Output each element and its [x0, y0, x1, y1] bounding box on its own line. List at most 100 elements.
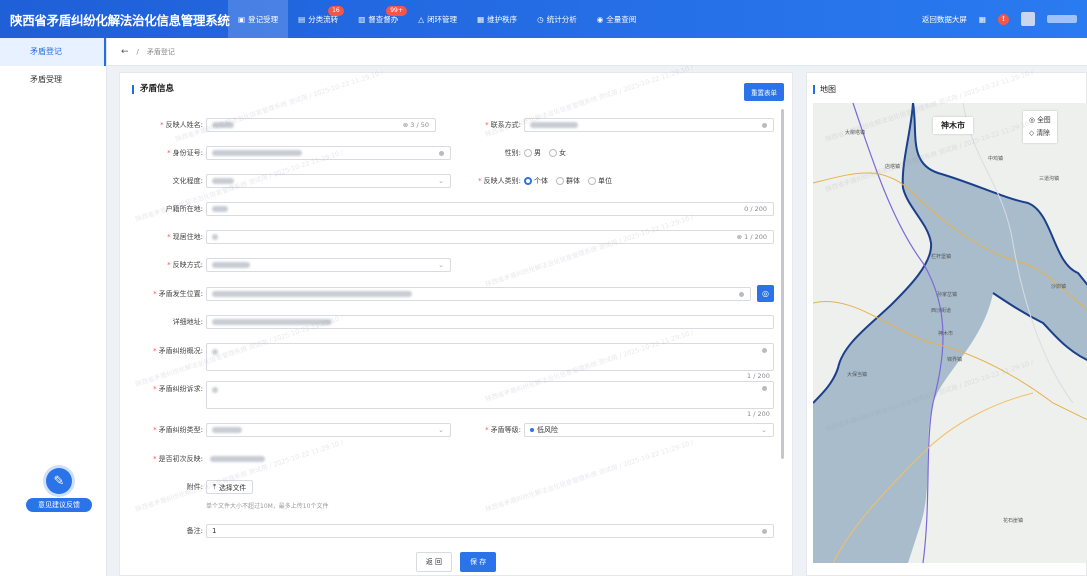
name-label: * 反映人姓名: [160, 121, 203, 129]
education-label: 文化程度: [172, 177, 203, 185]
overview-textarea[interactable] [206, 343, 774, 371]
first-report-value[interactable] [210, 456, 265, 462]
nav-order[interactable]: ▦ 维护秩序 [467, 0, 527, 38]
reporter-type-unit-radio[interactable]: 单位 [588, 176, 612, 186]
location-label: * 矛盾发生位置: [153, 290, 203, 298]
back-arrow-icon[interactable]: ← [121, 47, 129, 57]
location-input[interactable] [206, 287, 751, 301]
gender-label: 性别: [504, 149, 521, 157]
chevron-down-icon: ⌄ [438, 177, 444, 185]
clear-icon[interactable] [439, 150, 444, 156]
residence-input[interactable]: ⊗ 1 / 200 [206, 230, 774, 244]
nav-stats[interactable]: ◷ 统计分析 [527, 0, 587, 38]
map-card: 地图 神木市 ◎ 全图 ◇ 清除 大柳塔镇 店塔镇 中鸡镇 三道沟镇 栏杆堡镇 … [806, 72, 1087, 576]
map-place-label: 花石崖镇 [1003, 518, 1024, 524]
big-screen-link[interactable]: 返回数据大屏 [922, 14, 967, 25]
register-icon: ▣ [238, 14, 246, 24]
loop-icon: △ [418, 14, 425, 24]
hukou-input[interactable]: 0 / 200 [206, 202, 774, 216]
clear-icon[interactable] [762, 528, 767, 534]
level-select[interactable]: 低风险 ⌄ [524, 423, 774, 437]
method-select[interactable]: ⌄ [206, 258, 451, 272]
overview-label: * 矛盾纠纷概况: [153, 347, 203, 355]
map-title: 地图 [813, 85, 836, 94]
chevron-down-icon: ⌄ [438, 261, 444, 269]
nav-supervise[interactable]: ▥ 督查督办 99+ [348, 0, 408, 38]
attachment-label: 附件: [186, 483, 203, 491]
query-icon: ◉ [596, 14, 604, 24]
nav-loop[interactable]: △ 闭环管理 [408, 0, 467, 38]
detail-address-input[interactable] [206, 315, 774, 329]
remark-label: 备注: [186, 527, 203, 535]
detail-address-label: 详细地址: [172, 318, 203, 326]
nav-query[interactable]: ◉ 全量查阅 [587, 0, 647, 38]
name-counter: ⊗ 3 / 50 [402, 121, 429, 129]
chevron-down-icon: ⌄ [761, 426, 767, 434]
overview-counter: 1 / 200 [747, 372, 770, 380]
map-place-label: 孙家岔镇 [937, 292, 958, 298]
clear-icon[interactable] [739, 291, 744, 297]
top-navigation-bar: 陕西省矛盾纠纷化解法治化信息管理系统 ▣ 登记受理 ▤ 分类流转 16 ▥ 督查督办 … [0, 0, 1087, 38]
form-title: 矛盾信息 [132, 85, 174, 94]
save-button[interactable]: 保 存 [460, 552, 497, 572]
form-scrollbar[interactable] [781, 109, 784, 459]
back-button[interactable]: 返 回 [415, 552, 452, 572]
clear-icon[interactable] [762, 386, 767, 391]
supervise-badge: 99+ [386, 6, 407, 16]
map-fullview-button[interactable]: ◎ 全图 [1029, 114, 1051, 127]
map-place-label: 栏杆堡镇 [931, 254, 952, 260]
remark-input[interactable]: 1 [206, 524, 774, 538]
contact-input[interactable] [524, 118, 774, 132]
sidebar-item-accept[interactable]: 矛盾受理 [0, 66, 106, 94]
method-label: * 反映方式: [167, 261, 203, 269]
demand-label: * 矛盾纠纷诉求: [153, 385, 203, 393]
choose-file-button[interactable]: ⤒ 选择文件 [206, 480, 254, 494]
reset-form-button[interactable]: 重置表单 [744, 83, 784, 101]
gender-female-radio[interactable]: 女 [549, 148, 566, 158]
map-clear-button[interactable]: ◇ 清除 [1029, 127, 1051, 140]
name-input[interactable]: ⊗ 3 / 50 [206, 118, 436, 132]
dispute-type-label: * 矛盾纠纷类型: [153, 426, 203, 434]
reporter-type-label: * 反映人类别: [478, 177, 521, 185]
id-card-input[interactable] [206, 146, 451, 160]
map-view[interactable]: 神木市 ◎ 全图 ◇ 清除 大柳塔镇 店塔镇 中鸡镇 三道沟镇 栏杆堡镇 孙家岔… [813, 103, 1087, 563]
map-place-label: 沙峁镇 [1051, 284, 1067, 290]
risk-level-dot [530, 428, 534, 432]
order-icon: ▦ [477, 14, 485, 24]
clear-icon[interactable] [762, 348, 767, 353]
sidebar-item-register[interactable]: 矛盾登记 [0, 38, 106, 66]
breadcrumb: ← / 矛盾登记 [107, 38, 1087, 66]
alert-icon[interactable]: ! [998, 13, 1009, 25]
contact-label: * 联系方式: [485, 121, 521, 129]
feedback-icon[interactable]: ✎ [46, 468, 72, 494]
education-select[interactable]: ⌄ [206, 174, 451, 188]
map-place-label: 三道沟镇 [1039, 176, 1060, 182]
reporter-type-group-radio[interactable]: 群体 [556, 176, 580, 186]
reporter-type-individual-radio[interactable]: 个体 [524, 176, 548, 186]
breadcrumb-separator: / [136, 47, 139, 56]
map-place-label: 中鸡镇 [988, 156, 1004, 162]
map-place-label: 锦界镇 [947, 357, 963, 363]
gender-male-radio[interactable]: 男 [524, 148, 541, 158]
nav-register[interactable]: ▣ 登记受理 [228, 0, 289, 38]
map-place-label: 大柳塔镇 [845, 130, 866, 136]
avatar[interactable] [1021, 12, 1035, 26]
feedback-widget[interactable]: ✎ 意见建议反馈 [26, 468, 92, 512]
first-report-label: * 是否初次反映: [153, 455, 203, 463]
main-nav: ▣ 登记受理 ▤ 分类流转 16 ▥ 督查督办 99+ △ 闭环管理 ▦ 维护秩序 ◷ 统计… [228, 0, 646, 38]
transfer-icon: ▤ [298, 14, 306, 24]
demand-textarea[interactable] [206, 381, 774, 409]
hukou-counter: 0 / 200 [744, 205, 767, 213]
app-title: 陕西省矛盾纠纷化解法治化信息管理系统 [10, 12, 230, 28]
map-place-label: 神木市 [938, 331, 954, 337]
dispute-type-select[interactable]: ⌄ [206, 423, 451, 437]
clear-icon[interactable] [762, 122, 767, 128]
form-card: 矛盾信息 重置表单 * 反映人姓名: ⊗ 3 / 50 * 联系方式: * 身份证号:… [119, 72, 793, 576]
locate-button[interactable]: ◎ [757, 285, 774, 302]
feedback-label[interactable]: 意见建议反馈 [26, 498, 92, 512]
grid-icon[interactable]: ▦ [979, 15, 986, 24]
username[interactable] [1047, 15, 1077, 23]
id-card-label: * 身份证号: [167, 149, 203, 157]
upload-icon: ⤒ [213, 482, 217, 491]
nav-transfer[interactable]: ▤ 分类流转 16 [288, 0, 348, 38]
